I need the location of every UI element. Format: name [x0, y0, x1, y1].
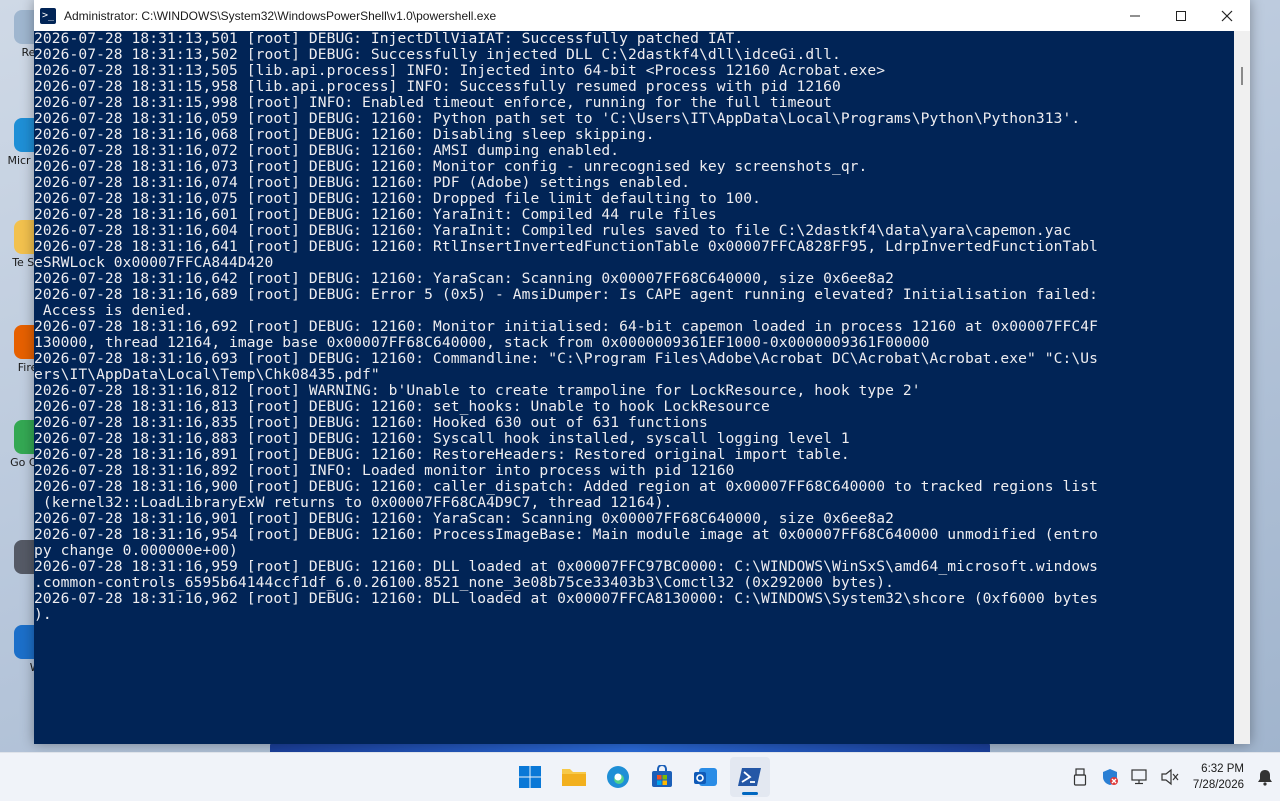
console-line: 2026-07-28 18:31:16,692 [root] DEBUG: 12…	[34, 318, 1098, 335]
powershell-icon	[738, 768, 761, 786]
console-line: 2026-07-28 18:31:16,072 [root] DEBUG: 12…	[34, 142, 620, 159]
close-button[interactable]	[1204, 0, 1250, 31]
console-line: 2026-07-28 18:31:16,601 [root] DEBUG: 12…	[34, 206, 717, 223]
folder-icon	[562, 769, 586, 786]
edge-button[interactable]	[598, 757, 638, 797]
powershell-window[interactable]: >_ Administrator: C:\WINDOWS\System32\Wi…	[34, 0, 1250, 744]
console-line: 2026-07-28 18:31:15,998 [root] INFO: Ena…	[34, 94, 832, 111]
console-line: eSRWLock 0x00007FFCA844D420	[34, 254, 274, 271]
console-line: ).	[34, 606, 52, 623]
console-line: 2026-07-28 18:31:16,962 [root] DEBUG: 12…	[34, 590, 1098, 607]
console-line: 2026-07-28 18:31:16,604 [root] DEBUG: 12…	[34, 222, 1072, 239]
console-line: 2026-07-28 18:31:16,075 [root] DEBUG: 12…	[34, 190, 762, 207]
file-explorer-button[interactable]	[554, 757, 594, 797]
window-controls	[1112, 0, 1250, 31]
console-line: 2026-07-28 18:31:16,901 [root] DEBUG: 12…	[34, 510, 895, 527]
console-line: 2026-07-28 18:31:16,641 [root] DEBUG: 12…	[34, 238, 1098, 255]
console-line: 2026-07-28 18:31:16,068 [root] DEBUG: 12…	[34, 126, 655, 143]
console-line: 2026-07-28 18:31:16,892 [root] INFO: Loa…	[34, 462, 735, 479]
windows-start-icon	[519, 766, 541, 788]
window-title: Administrator: C:\WINDOWS\System32\Windo…	[64, 8, 497, 23]
minimize-button[interactable]	[1112, 0, 1158, 31]
title-bar[interactable]: >_ Administrator: C:\WINDOWS\System32\Wi…	[34, 0, 1250, 31]
clock[interactable]: 6:32 PM 7/28/2026	[1193, 761, 1244, 793]
clock-date: 7/28/2026	[1192, 779, 1244, 791]
console-line: 2026-07-28 18:31:16,073 [root] DEBUG: 12…	[34, 158, 868, 175]
close-icon	[1221, 10, 1233, 21]
console-line: 2026-07-28 18:31:16,883 [root] DEBUG: 12…	[34, 430, 850, 447]
start-button[interactable]	[510, 757, 550, 797]
notification-bell-icon[interactable]	[1253, 765, 1277, 789]
console-line: 2026-07-28 18:31:16,813 [root] DEBUG: 12…	[34, 398, 770, 415]
edge-icon	[607, 766, 629, 788]
console-line: 130000, thread 12164, image base 0x00007…	[34, 334, 930, 351]
console-line: 2026-07-28 18:31:16,900 [root] DEBUG: 12…	[34, 478, 1098, 495]
clock-time: 6:32 PM	[1201, 763, 1244, 775]
console-line: 2026-07-28 18:31:16,059 [root] DEBUG: 12…	[34, 110, 1081, 127]
console-line: 2026-07-28 18:31:16,693 [root] DEBUG: 12…	[34, 350, 1098, 367]
powershell-taskbar-button[interactable]	[730, 757, 770, 797]
outlook-button[interactable]	[686, 757, 726, 797]
system-tray: 6:32 PM 7/28/2026	[1065, 753, 1280, 801]
console-line: 2026-07-28 18:31:16,642 [root] DEBUG: 12…	[34, 270, 895, 287]
store-button[interactable]	[642, 757, 682, 797]
usb-icon[interactable]	[1068, 765, 1092, 789]
console-line: Access is denied.	[42, 302, 194, 319]
console-line: 2026-07-28 18:31:16,074 [root] DEBUG: 12…	[34, 174, 691, 191]
console-line: 2026-07-28 18:31:13,502 [root] DEBUG: Su…	[34, 46, 841, 63]
console-line: ers\IT\AppData\Local\Temp\Chk08435.pdf"	[34, 366, 380, 383]
outlook-icon	[694, 768, 717, 786]
powershell-icon: >_	[40, 7, 56, 24]
taskbar: 6:32 PM 7/28/2026	[0, 752, 1280, 801]
minimize-icon	[1130, 15, 1140, 16]
store-icon	[652, 765, 672, 787]
volume-muted-icon[interactable]	[1158, 765, 1182, 789]
console-line: 2026-07-28 18:31:16,959 [root] DEBUG: 12…	[34, 558, 1098, 575]
console-line: (kernel32::LoadLibraryExW returns to 0x0…	[42, 494, 673, 511]
scrollbar-thumb[interactable]	[1241, 67, 1243, 85]
console-line: 2026-07-28 18:31:16,954 [root] DEBUG: 12…	[34, 526, 1098, 543]
security-shield-icon[interactable]	[1098, 765, 1122, 789]
maximize-button[interactable]	[1158, 0, 1204, 31]
console-line: 2026-07-28 18:31:13,505 [lib.api.process…	[34, 62, 886, 79]
console-line: 2026-07-28 18:31:16,812 [root] WARNING: …	[34, 382, 921, 399]
console-line: 2026-07-28 18:31:16,835 [root] DEBUG: 12…	[34, 414, 708, 431]
console-line: 2026-07-28 18:31:13,501 [root] DEBUG: In…	[34, 31, 744, 47]
taskbar-apps	[510, 753, 770, 801]
console-line: 2026-07-28 18:31:16,689 [root] DEBUG: Er…	[34, 286, 1098, 303]
maximize-icon	[1176, 10, 1186, 21]
console-line: py change 0.000000e+00)	[34, 542, 238, 559]
console-line: .common-controls_6595b64144ccf1df_6.0.26…	[34, 574, 895, 591]
console-line: 2026-07-28 18:31:16,891 [root] DEBUG: 12…	[34, 446, 850, 463]
console-line: 2026-07-28 18:31:15,958 [lib.api.process…	[34, 78, 841, 95]
vertical-scrollbar[interactable]	[1234, 31, 1250, 744]
console-output[interactable]: 2026-07-28 18:31:13,501 [root] DEBUG: In…	[34, 31, 1234, 744]
console-text: 2026-07-28 18:31:13,501 [root] DEBUG: In…	[34, 31, 1234, 623]
network-icon[interactable]	[1128, 765, 1152, 789]
